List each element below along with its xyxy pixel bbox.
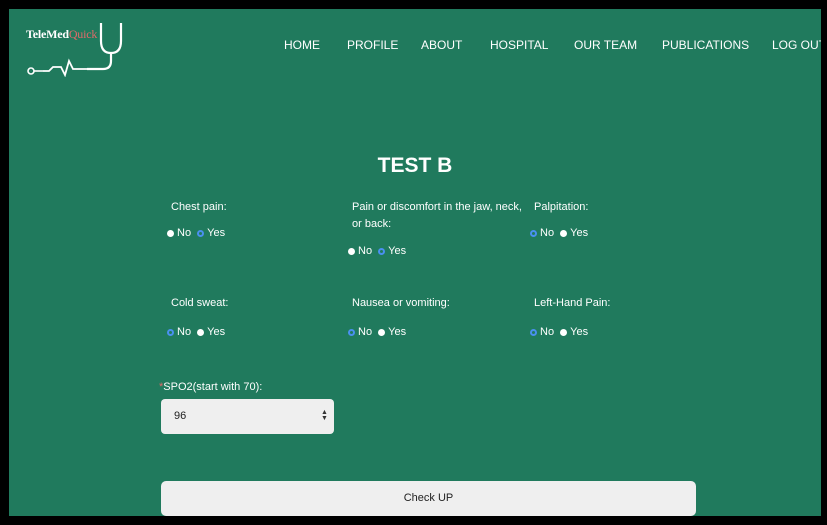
nausea-label: Nausea or vomiting: [352,297,450,309]
cold-sweat-yes-radio[interactable]: Yes [197,326,225,338]
left-hand-pain-no-radio[interactable]: No [530,326,554,338]
spo2-label: *SPO2(start with 70): [159,381,262,393]
spo2-label-text: SPO2(start with 70): [163,381,263,393]
radio-checked-icon [167,328,174,336]
chest-pain-radio-group: No Yes [167,227,225,240]
radio-label-no: No [358,326,373,338]
nav-profile[interactable]: PROFILE [347,38,398,52]
radio-checked-icon [197,229,205,237]
radio-label-yes: Yes [207,227,226,239]
palpitation-yes-radio[interactable]: Yes [560,227,588,239]
nav-hospital[interactable]: HOSPITAL [490,38,548,52]
radio-checked-icon [378,247,386,255]
chest-pain-no-radio[interactable]: No [167,227,191,239]
chest-pain-label: Chest pain: [171,201,227,213]
radio-label-yes: Yes [207,326,226,338]
main-nav: HOME PROFILE ABOUT HOSPITAL OUR TEAM PUB… [9,38,821,58]
spo2-value: 96 [174,410,187,422]
radio-label-no: No [177,326,192,338]
radio-label-no: No [540,326,555,338]
left-hand-pain-yes-radio[interactable]: Yes [560,326,588,338]
palpitation-label: Palpitation: [534,201,589,213]
radio-unchecked-icon [560,328,568,336]
radio-unchecked-icon [560,229,568,237]
nausea-yes-radio[interactable]: Yes [378,326,406,338]
radio-label-yes: Yes [388,326,407,338]
spo2-number-input[interactable]: 96 ▲ ▼ [161,399,334,434]
jaw-pain-no-radio[interactable]: No [348,245,372,257]
left-hand-pain-label: Left-Hand Pain: [534,297,611,309]
nav-our-team[interactable]: OUR TEAM [574,38,637,52]
radio-label-no: No [540,227,555,239]
palpitation-no-radio[interactable]: No [530,227,554,239]
nav-home[interactable]: HOME [284,38,320,52]
spin-arrows-icon[interactable]: ▲ ▼ [321,409,328,422]
radio-unchecked-icon [197,328,205,336]
radio-label-no: No [177,227,192,239]
nav-publications[interactable]: PUBLICATIONS [662,38,749,52]
radio-label-no: No [358,245,373,257]
jaw-pain-radio-group: No Yes [348,245,406,258]
page-title: TEST B [377,154,453,177]
jaw-pain-label: Pain or discomfort in the jaw, neck, or … [352,201,522,230]
cold-sweat-label: Cold sweat: [171,297,229,309]
app-frame: TeleMedQuick HOME PROFILE ABOUT HOSPITAL… [9,9,821,516]
radio-unchecked-icon [378,328,386,336]
nav-log-out[interactable]: LOG OUT [772,38,821,52]
radio-unchecked-icon [348,247,355,255]
radio-checked-icon [348,328,355,336]
check-up-button[interactable]: Check UP [161,481,696,516]
radio-checked-icon [530,328,537,336]
nav-about[interactable]: ABOUT [421,38,462,52]
jaw-pain-yes-radio[interactable]: Yes [378,245,406,257]
radio-unchecked-icon [167,229,174,237]
radio-checked-icon [530,229,537,237]
nausea-no-radio[interactable]: No [348,326,372,338]
left-hand-pain-radio-group: No Yes [530,326,588,339]
radio-label-yes: Yes [570,326,589,338]
nausea-radio-group: No Yes [348,326,406,339]
radio-label-yes: Yes [570,227,589,239]
cold-sweat-no-radio[interactable]: No [167,326,191,338]
palpitation-radio-group: No Yes [530,227,588,240]
radio-label-yes: Yes [388,245,407,257]
cold-sweat-radio-group: No Yes [167,326,225,339]
chest-pain-yes-radio[interactable]: Yes [197,227,225,239]
